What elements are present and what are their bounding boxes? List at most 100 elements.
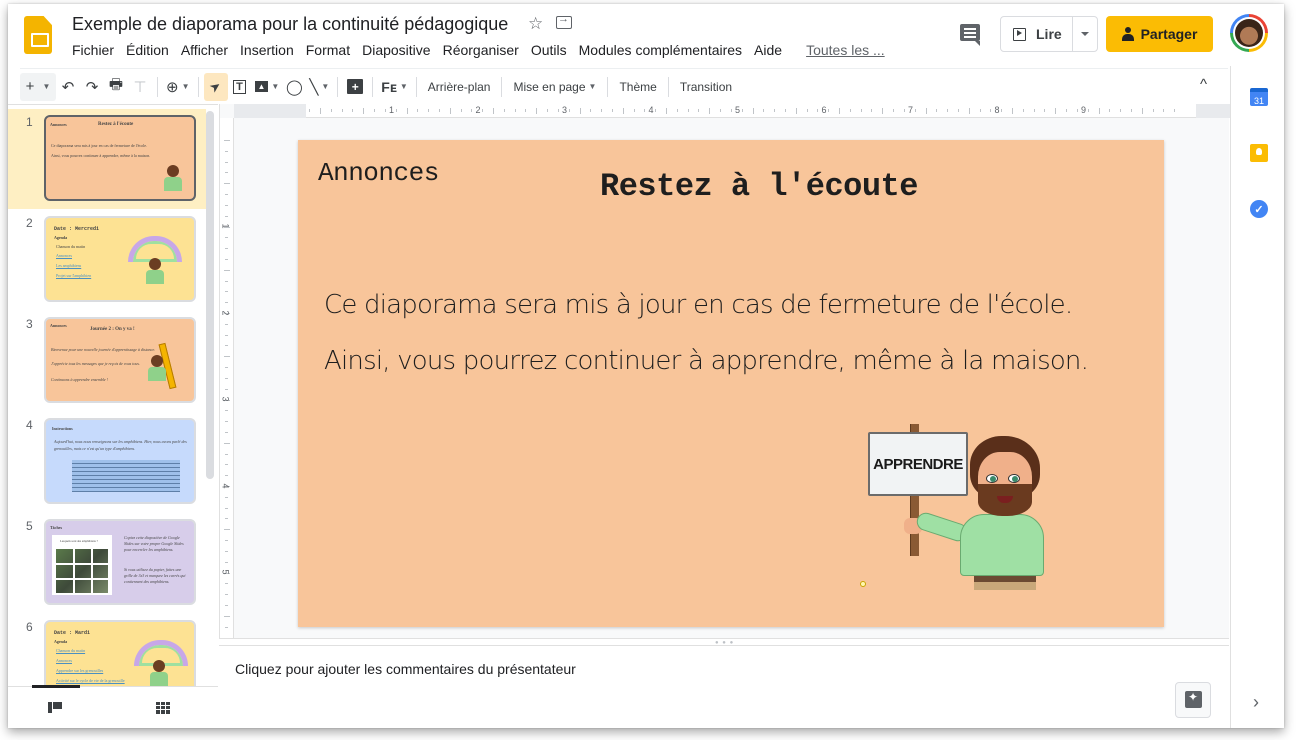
notes-resize-handle[interactable]: ● ● ● bbox=[219, 638, 1229, 646]
ruler-tick bbox=[225, 594, 228, 596]
filmstrip-slide-6[interactable]: 6 Date : Mardi Agenda Chanson du matin A… bbox=[8, 614, 206, 686]
toolbar-divider bbox=[197, 76, 199, 97]
ruler-tick bbox=[784, 109, 786, 112]
font-style-button[interactable]: Fᴇ ▼ bbox=[378, 73, 410, 101]
textbox-tool[interactable]: T bbox=[228, 73, 252, 101]
comments-icon[interactable] bbox=[960, 24, 980, 46]
header: Exemple de diaporama pour la continuité … bbox=[8, 4, 1284, 66]
background-button[interactable]: Arrière-plan bbox=[422, 73, 497, 101]
ruler-label: 8 bbox=[994, 105, 1000, 115]
slide-thumbnail: Annonces Restez à l'écoute Ce diaporama … bbox=[44, 115, 196, 201]
share-button[interactable]: Partager bbox=[1106, 16, 1213, 52]
ruler-tick bbox=[903, 109, 905, 112]
grid-view-icon[interactable] bbox=[156, 702, 170, 714]
slide-body-text[interactable]: Ce diaporama sera mis à jour en cas de f… bbox=[324, 290, 1089, 402]
paint-format-button[interactable]: ⊤ bbox=[128, 73, 152, 101]
slide-number: 3 bbox=[26, 317, 33, 331]
ruler-tick bbox=[225, 561, 228, 563]
explore-button[interactable] bbox=[1175, 682, 1211, 718]
ruler-tick bbox=[225, 204, 228, 206]
cursor-icon: ➤ bbox=[206, 76, 224, 96]
ruler-tick bbox=[225, 496, 228, 498]
ruler-label: 3 bbox=[562, 105, 568, 115]
undo-button[interactable]: ↶ bbox=[56, 73, 80, 101]
tasks-icon[interactable]: ✓ bbox=[1250, 200, 1268, 218]
placeholder-anchor[interactable] bbox=[860, 581, 866, 587]
ruler-tick bbox=[225, 280, 228, 282]
menu-reorganiser[interactable]: Réorganiser bbox=[437, 40, 525, 60]
document-title[interactable]: Exemple de diaporama pour la continuité … bbox=[72, 14, 508, 35]
filmstrip-slide-2[interactable]: 2 Date : Mercredi Agenda Chanson du mati… bbox=[8, 210, 206, 310]
ruler-tick bbox=[925, 108, 927, 114]
speaker-notes[interactable]: Cliquez pour ajouter les commentaires du… bbox=[219, 646, 1229, 728]
ruler-tick bbox=[774, 109, 776, 112]
image-tool[interactable]: ▲ ▼ bbox=[252, 73, 283, 101]
ruler-tick bbox=[449, 108, 451, 114]
ruler-tick bbox=[225, 453, 228, 455]
filmstrip-scrollbar[interactable] bbox=[206, 111, 214, 479]
account-avatar[interactable] bbox=[1230, 14, 1268, 52]
filmstrip-slide-4[interactable]: 4 Instructions Aujourd'hui, nous nous re… bbox=[8, 412, 206, 512]
slide-label-text[interactable]: Annonces bbox=[318, 158, 439, 188]
menu-diapositive[interactable]: Diapositive bbox=[356, 40, 436, 60]
present-button[interactable]: Lire bbox=[1001, 17, 1073, 51]
ruler-tick bbox=[622, 108, 624, 114]
vertical-ruler[interactable]: 1 2 3 4 5 bbox=[220, 118, 234, 638]
filmstrip-slide-1[interactable]: 1 Annonces Restez à l'écoute Ce diaporam… bbox=[8, 109, 206, 209]
expand-side-panel-icon[interactable]: › bbox=[1253, 692, 1259, 713]
menu-format[interactable]: Format bbox=[300, 40, 356, 60]
filmstrip-view-icon[interactable] bbox=[48, 702, 62, 713]
menu-insertion[interactable]: Insertion bbox=[234, 40, 300, 60]
menu-aide[interactable]: Aide bbox=[748, 40, 788, 60]
toolbar-divider bbox=[337, 76, 339, 97]
slide-thumbnail: Date : Mardi Agenda Chanson du matin Ann… bbox=[44, 620, 196, 686]
add-comment-button[interactable]: + bbox=[343, 73, 367, 101]
star-icon[interactable]: ☆ bbox=[528, 14, 543, 34]
slide-thumbnail: Annonces Journée 2 : On y va ! Bienvenue… bbox=[44, 317, 196, 403]
horizontal-ruler[interactable]: 1 2 3 4 5 6 7 8 9 bbox=[234, 104, 1230, 118]
chevron-down-icon: ▼ bbox=[271, 82, 280, 91]
menu-fichier[interactable]: Fichier bbox=[66, 40, 120, 60]
ruler-tick bbox=[384, 109, 386, 112]
ruler-tick bbox=[482, 109, 484, 112]
ruler-label: 2 bbox=[220, 309, 231, 316]
keep-icon[interactable] bbox=[1250, 144, 1268, 162]
chevron-down-icon: ▼ bbox=[321, 82, 330, 91]
theme-button[interactable]: Thème bbox=[613, 73, 662, 101]
shape-tool[interactable]: ◯ bbox=[282, 73, 306, 101]
ruler-tick bbox=[406, 108, 408, 114]
layout-button[interactable]: Mise en page ▼ bbox=[507, 73, 602, 101]
ruler-tick bbox=[225, 161, 228, 163]
ruler-tick bbox=[1066, 109, 1068, 112]
menu-modules[interactable]: Modules complémentaires bbox=[573, 40, 748, 60]
new-slide-button[interactable]: + ▼ bbox=[20, 72, 56, 101]
redo-button[interactable]: ↷ bbox=[80, 73, 104, 101]
ruler-tick bbox=[1087, 109, 1089, 112]
move-to-folder-icon[interactable] bbox=[556, 13, 572, 29]
ruler-tick bbox=[536, 108, 538, 114]
zoom-button[interactable]: ⊕ ▼ bbox=[163, 73, 193, 101]
present-options-dropdown[interactable] bbox=[1073, 17, 1097, 51]
bitmoji-sign-image[interactable]: APPRENDRE bbox=[864, 422, 1054, 592]
play-icon bbox=[1013, 27, 1026, 41]
slide-canvas[interactable]: Annonces Restez à l'écoute Ce diaporama … bbox=[298, 140, 1164, 627]
calendar-icon[interactable]: 31 bbox=[1250, 88, 1268, 106]
add-comment-icon: + bbox=[347, 79, 364, 94]
google-slides-logo[interactable] bbox=[24, 16, 52, 54]
menu-afficher[interactable]: Afficher bbox=[175, 40, 234, 60]
filmstrip-slide-5[interactable]: 5 Tâches Lesquels sont des amphibiens ? … bbox=[8, 513, 206, 613]
ruler-tick bbox=[224, 442, 230, 444]
last-edit-link[interactable]: Toutes les ... bbox=[800, 40, 891, 60]
line-tool[interactable]: ╲ ▼ bbox=[306, 73, 332, 101]
collapse-menus-button[interactable]: ^ bbox=[1200, 76, 1207, 93]
print-button[interactable]: 🖶 bbox=[104, 73, 128, 101]
select-tool[interactable]: ➤ bbox=[203, 72, 228, 101]
ruler-tick bbox=[320, 108, 321, 114]
slide-thumbnail: Instructions Aujourd'hui, nous nous rens… bbox=[44, 418, 196, 504]
menu-edition[interactable]: Édition bbox=[120, 40, 175, 60]
ruler-tick bbox=[1076, 109, 1078, 112]
menu-outils[interactable]: Outils bbox=[525, 40, 573, 60]
filmstrip-slide-3[interactable]: 3 Annonces Journée 2 : On y va ! Bienven… bbox=[8, 311, 206, 411]
transition-button[interactable]: Transition bbox=[674, 73, 738, 101]
slide-title[interactable]: Restez à l'écoute bbox=[600, 168, 918, 205]
